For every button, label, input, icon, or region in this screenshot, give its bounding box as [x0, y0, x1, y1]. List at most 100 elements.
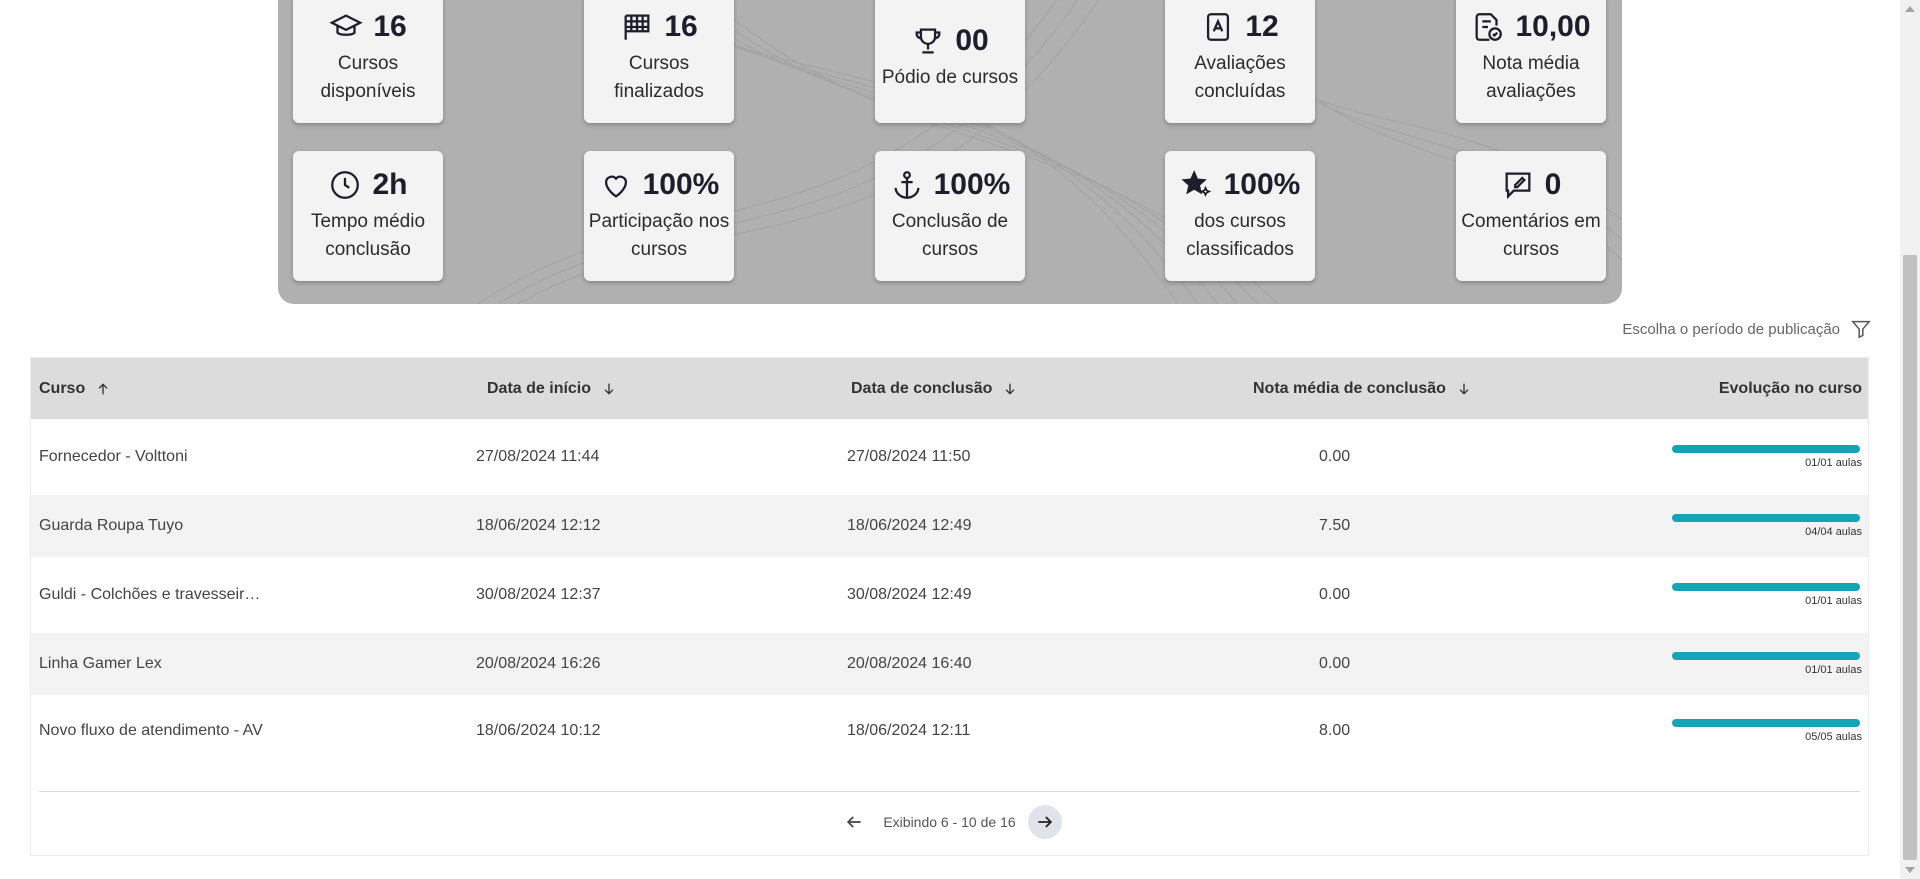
- scrollbar-thumb[interactable]: [1903, 255, 1917, 860]
- cell-progress: 05/05 aulas: [1672, 719, 1862, 743]
- sort-descending-icon[interactable]: [1456, 381, 1472, 397]
- table-row[interactable]: Fornecedor - Volttoni 27/08/2024 11:44 2…: [31, 419, 1868, 495]
- stat-value: 0: [1544, 168, 1562, 201]
- cell-end-date: 27/08/2024 11:50: [847, 448, 971, 465]
- stat-card-average-time: 2h Tempo médio conclusão: [293, 151, 443, 281]
- column-header-course[interactable]: Curso: [39, 380, 111, 398]
- header-label: Data de início: [487, 379, 592, 397]
- stat-card-participation: 100% Participação nos cursos: [584, 151, 734, 281]
- scroll-down-arrow-icon[interactable]: [1905, 867, 1915, 873]
- star-sparkle-icon: [1181, 170, 1211, 197]
- progress-bar: [1672, 514, 1860, 522]
- cell-course: Guldi - Colchões e travesseir…: [39, 586, 261, 603]
- stat-card-course-podium: 00 Pódio de cursos: [875, 0, 1025, 123]
- cell-start-date: 30/08/2024 12:37: [476, 586, 601, 603]
- anchor-icon: [894, 171, 920, 199]
- stat-value: 100%: [642, 168, 720, 201]
- stat-label: Avaliações concluídas: [1194, 53, 1286, 102]
- stat-label: Cursos finalizados: [614, 53, 704, 102]
- progress-lessons: 04/04 aulas: [1805, 526, 1862, 538]
- evaluation-doc-icon: [1207, 13, 1230, 41]
- stat-label: Conclusão de cursos: [891, 211, 1009, 260]
- progress-lessons: 01/01 aulas: [1805, 457, 1862, 469]
- stat-label: Participação nos cursos: [588, 211, 730, 260]
- courses-table: Curso Data de início Data de conclusão N…: [30, 357, 1869, 856]
- checkered-flag-icon: [624, 14, 650, 40]
- next-page-button[interactable]: [1027, 804, 1062, 839]
- pagination-label: Exibindo 6 - 10 de 16: [883, 813, 1016, 830]
- cell-start-date: 18/06/2024 10:12: [476, 722, 601, 739]
- page: 16 Cursos disponíveis 16 Cursos finaliza…: [0, 0, 1920, 879]
- stat-label: Pódio de cursos: [881, 67, 1019, 88]
- cell-grade: 8.00: [1319, 722, 1351, 739]
- stat-label: Tempo médio conclusão: [310, 211, 426, 260]
- progress-bar: [1672, 652, 1860, 660]
- publication-period-filter[interactable]: Escolha o período de publicação: [1622, 318, 1872, 340]
- stat-label: dos cursos classificados: [1186, 211, 1294, 260]
- clock-icon: [331, 171, 360, 199]
- stat-value: 10,00: [1515, 10, 1591, 43]
- column-header-progress: Evolução no curso: [1719, 380, 1862, 398]
- stat-value: 2h: [372, 168, 408, 201]
- stat-card-available-courses: 16 Cursos disponíveis: [293, 0, 443, 123]
- stat-card-finished-courses: 16 Cursos finalizados: [584, 0, 734, 123]
- cell-course: Guarda Roupa Tuyo: [39, 517, 184, 534]
- comment-edit-icon: [1505, 172, 1531, 200]
- column-header-average-grade[interactable]: Nota média de conclusão: [1253, 380, 1472, 398]
- vertical-scrollbar[interactable]: [1900, 0, 1920, 879]
- stat-value: 16: [373, 10, 407, 43]
- pagination: Exibindo 6 - 10 de 16: [39, 791, 1860, 851]
- cell-start-date: 18/06/2024 12:12: [476, 517, 601, 534]
- stat-card-course-completion: 100% Conclusão de cursos: [875, 151, 1025, 281]
- filter-icon[interactable]: [1850, 318, 1872, 340]
- stat-label: Cursos disponíveis: [320, 53, 416, 102]
- cell-progress: 01/01 aulas: [1672, 652, 1862, 676]
- cell-progress: 01/01 aulas: [1672, 583, 1862, 607]
- progress-lessons: 05/05 aulas: [1805, 731, 1862, 743]
- sort-ascending-icon[interactable]: [95, 381, 111, 397]
- graduation-cap-icon: [329, 14, 364, 36]
- stat-label: Nota média avaliações: [1482, 53, 1580, 102]
- heart-icon: [604, 175, 627, 198]
- arrow-left-icon: [847, 815, 861, 828]
- cell-progress: 01/01 aulas: [1672, 445, 1862, 469]
- table-row[interactable]: Novo fluxo de atendimento - AV 18/06/202…: [31, 695, 1868, 767]
- header-label: Curso: [39, 379, 86, 397]
- sort-descending-icon[interactable]: [601, 381, 617, 397]
- cell-grade: 0.00: [1319, 586, 1351, 603]
- arrow-right-icon: [1037, 815, 1052, 828]
- stat-value: 12: [1245, 10, 1279, 43]
- cell-progress: 04/04 aulas: [1672, 514, 1862, 538]
- cell-end-date: 20/08/2024 16:40: [847, 655, 972, 672]
- scroll-up-arrow-icon[interactable]: [1905, 6, 1915, 12]
- header-label: Evolução no curso: [1718, 379, 1862, 397]
- sort-descending-icon[interactable]: [1002, 381, 1018, 397]
- stat-card-completed-evaluations: 12 Avaliações concluídas: [1165, 0, 1315, 123]
- stat-label: Comentários em cursos: [1461, 211, 1601, 260]
- cell-course: Linha Gamer Lex: [39, 655, 162, 672]
- stat-card-average-grade: 10,00 Nota média avaliações: [1456, 0, 1606, 123]
- progress-bar: [1672, 445, 1860, 453]
- cell-start-date: 27/08/2024 11:44: [476, 448, 600, 465]
- cell-grade: 0.00: [1319, 448, 1351, 465]
- table-row[interactable]: Linha Gamer Lex 20/08/2024 16:26 20/08/2…: [31, 633, 1868, 695]
- stat-value: 00: [955, 24, 989, 57]
- progress-bar: [1672, 583, 1860, 591]
- previous-page-button[interactable]: [837, 805, 871, 839]
- cell-end-date: 30/08/2024 12:49: [847, 586, 972, 603]
- header-label: Nota média de conclusão: [1253, 379, 1446, 397]
- table-row[interactable]: Guldi - Colchões e travesseir… 30/08/202…: [31, 557, 1868, 633]
- cell-end-date: 18/06/2024 12:49: [847, 517, 972, 534]
- cell-course: Fornecedor - Volttoni: [39, 448, 188, 465]
- cell-end-date: 18/06/2024 12:11: [847, 722, 971, 739]
- column-header-start-date[interactable]: Data de início: [487, 380, 617, 398]
- cell-start-date: 20/08/2024 16:26: [476, 655, 601, 672]
- table-row[interactable]: Guarda Roupa Tuyo 18/06/2024 12:12 18/06…: [31, 495, 1868, 557]
- progress-lessons: 01/01 aulas: [1805, 664, 1862, 676]
- cell-course: Novo fluxo de atendimento - AV: [39, 722, 263, 739]
- progress-bar: [1672, 719, 1860, 727]
- stat-card-classified-courses: 100% dos cursos classificados: [1165, 151, 1315, 281]
- stat-card-comments: 0 Comentários em cursos: [1456, 151, 1606, 281]
- column-header-end-date[interactable]: Data de conclusão: [851, 380, 1018, 398]
- stat-value: 100%: [1223, 168, 1301, 201]
